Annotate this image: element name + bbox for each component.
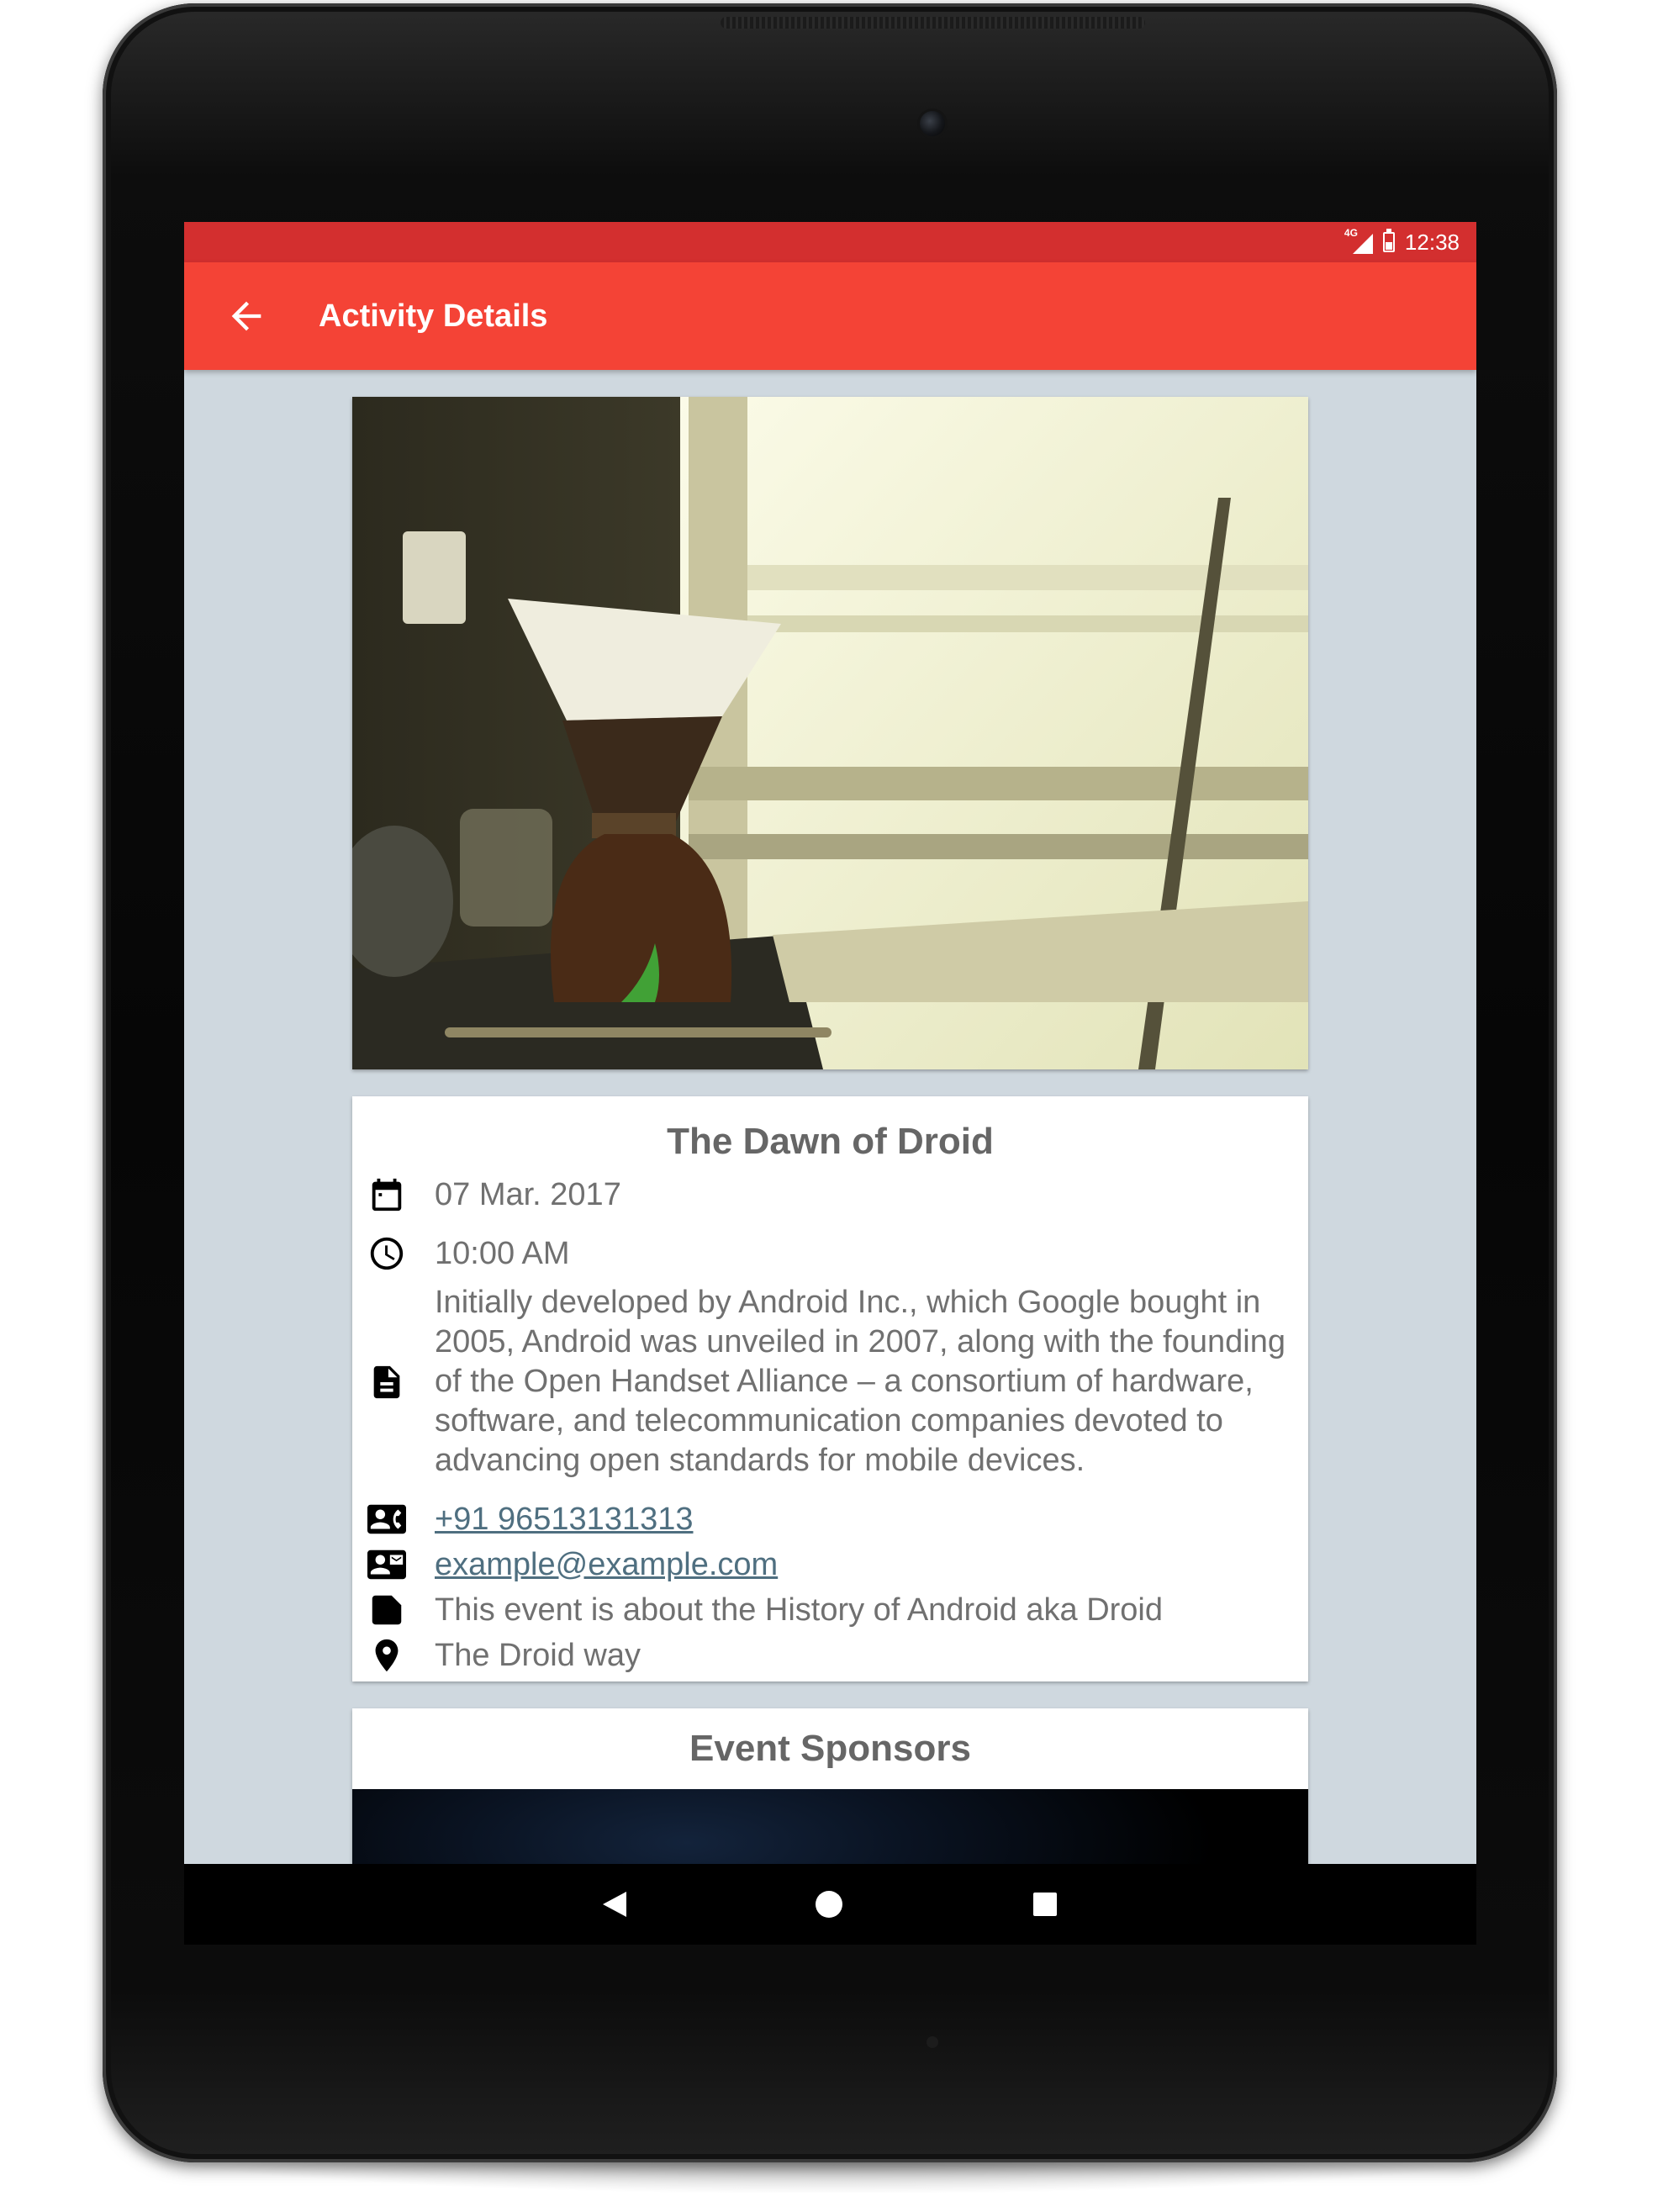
page-title: Activity Details [319, 298, 548, 334]
front-camera [920, 111, 945, 136]
signal-icon: 4G [1344, 227, 1373, 256]
event-category-row: This event is about the History of Andro… [367, 1591, 1288, 1629]
contact-phone-icon [367, 1500, 406, 1539]
coffee-photo-illustration [352, 397, 1308, 1069]
event-date: 07 Mar. 2017 [435, 1176, 621, 1212]
app-bar: Activity Details [184, 262, 1476, 370]
speaker-grille [721, 17, 1145, 29]
battery-icon [1382, 229, 1395, 252]
sponsors-title: Event Sponsors [689, 1728, 971, 1769]
location-pin-icon [367, 1636, 406, 1675]
event-phone-row: +91 96513131313 [367, 1500, 1288, 1539]
status-bar: 4G 12:38 [184, 222, 1476, 262]
device-mockup: 4G 12:38 Activity Details The Dawn of Dr… [0, 0, 1663, 2212]
clock: 12:38 [1404, 229, 1460, 255]
label-icon [367, 1591, 406, 1629]
nav-home-icon[interactable] [816, 1891, 842, 1918]
status-icons: 4G 12:38 [1344, 222, 1460, 262]
nav-back-icon[interactable] [603, 1892, 626, 1917]
sensor-dot [927, 2036, 938, 2048]
contact-mail-icon [367, 1545, 406, 1584]
event-time: 10:00 AM [435, 1235, 570, 1271]
content-scroll[interactable]: The Dawn of Droid 07 Mar. 2017 10:00 AM [184, 370, 1476, 1945]
screen: 4G 12:38 Activity Details The Dawn of Dr… [184, 222, 1476, 1945]
clock-icon [367, 1234, 406, 1273]
event-image [352, 397, 1308, 1069]
event-email-row: example@example.com [367, 1545, 1288, 1584]
event-date-row: 07 Mar. 2017 [367, 1175, 1288, 1214]
back-button[interactable] [224, 294, 268, 338]
arrow-back-icon [231, 301, 261, 331]
event-location: The Droid way [435, 1637, 641, 1673]
event-time-row: 10:00 AM [367, 1234, 1288, 1273]
event-location-row: The Droid way [367, 1636, 1288, 1675]
event-phone-link[interactable]: +91 96513131313 [435, 1502, 694, 1538]
event-title: The Dawn of Droid [667, 1121, 994, 1162]
event-email-link[interactable]: example@example.com [435, 1547, 778, 1583]
event-details-card: The Dawn of Droid 07 Mar. 2017 10:00 AM [352, 1096, 1308, 1681]
event-description: Initially developed by Android Inc., whi… [435, 1285, 1286, 1478]
event-category: This event is about the History of Andro… [435, 1592, 1164, 1628]
system-nav-bar [184, 1864, 1476, 1945]
document-icon [367, 1363, 406, 1402]
calendar-icon [367, 1175, 406, 1214]
event-description-row: Initially developed by Android Inc., whi… [367, 1283, 1288, 1481]
nav-recents-icon[interactable] [1033, 1893, 1057, 1916]
